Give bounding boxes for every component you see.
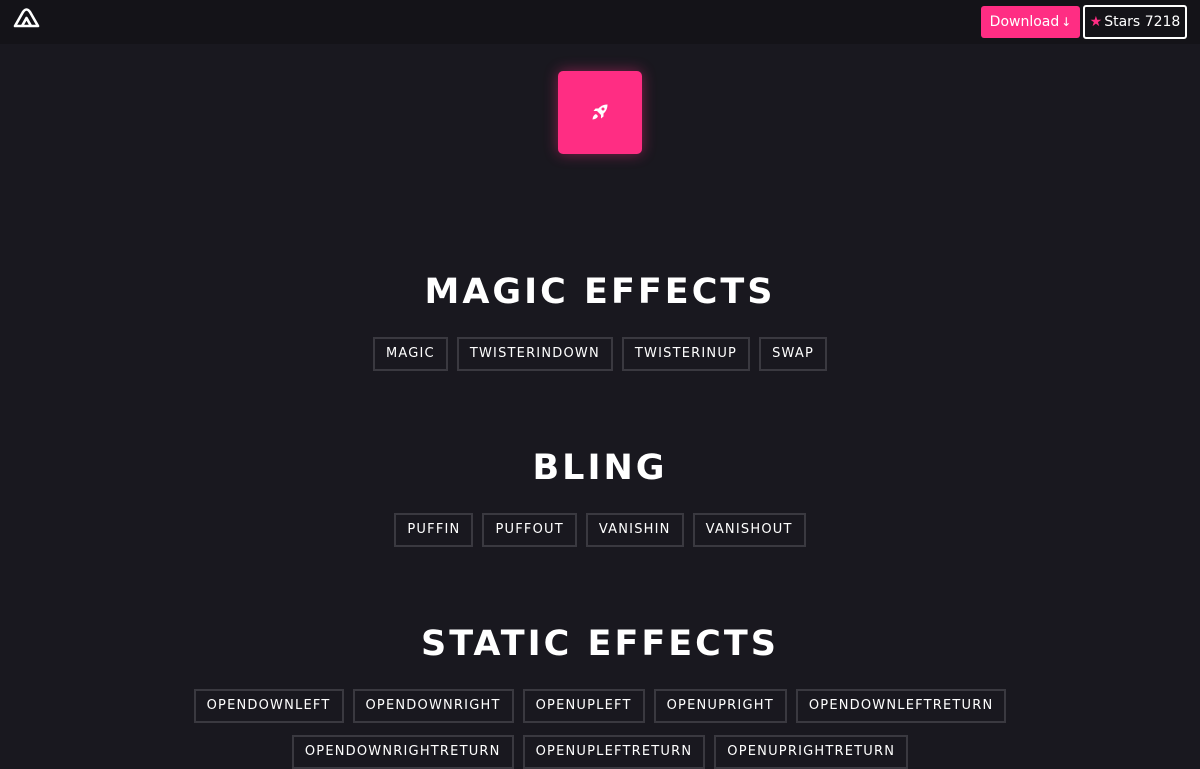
- download-label: Download: [989, 14, 1060, 30]
- effect-button-twisterindown[interactable]: TWISTERINDOWN: [456, 337, 613, 371]
- mountain-logo-icon[interactable]: [13, 8, 40, 28]
- effect-button-puffout[interactable]: PUFFOUT: [482, 513, 577, 547]
- effect-button-opendownright[interactable]: OPENDOWNRIGHT: [352, 689, 514, 723]
- effect-row: PUFFIN PUFFOUT VANISHIN VANISHOUT: [0, 513, 1200, 547]
- stars-count: 7218: [1144, 14, 1181, 30]
- effect-row: MAGIC TWISTERINDOWN TWISTERINUP SWAP: [0, 337, 1200, 371]
- section-static-effects: STATIC EFFECTS OPENDOWNLEFT OPENDOWNRIGH…: [0, 624, 1200, 769]
- section-title: MAGIC EFFECTS: [424, 272, 776, 312]
- arrow-down-icon: ↓: [1061, 15, 1072, 29]
- effect-button-opendownrightreturn[interactable]: OPENDOWNRIGHTRETURN: [291, 735, 514, 769]
- star-icon: ★: [1089, 14, 1103, 30]
- section-title: BLING: [532, 448, 668, 488]
- download-button[interactable]: Download ↓: [981, 6, 1080, 38]
- section-bling: BLING PUFFIN PUFFOUT VANISHIN VANISHOUT: [0, 448, 1200, 547]
- top-bar: Download ↓ ★ Stars 7218: [0, 0, 1200, 44]
- effect-button-twisterinup[interactable]: TWISTERINUP: [621, 337, 751, 371]
- effect-button-vanishout[interactable]: VANISHOUT: [692, 513, 806, 547]
- effect-button-opendownleft[interactable]: OPENDOWNLEFT: [193, 689, 344, 723]
- effect-button-openupleft[interactable]: OPENUPLEFT: [522, 689, 645, 723]
- effect-row: OPENDOWNLEFT OPENDOWNRIGHT OPENUPLEFT OP…: [0, 689, 1200, 723]
- effect-button-opendownleftreturn[interactable]: OPENDOWNLEFTRETURN: [795, 689, 1007, 723]
- github-stars-button[interactable]: ★ Stars 7218: [1083, 5, 1187, 39]
- animation-demo-box: [558, 71, 642, 154]
- effect-button-swap[interactable]: SWAP: [759, 337, 828, 371]
- effect-button-puffin[interactable]: PUFFIN: [394, 513, 474, 547]
- effect-button-openuprightreturn[interactable]: OPENUPRIGHTRETURN: [714, 735, 909, 769]
- effect-button-openupright[interactable]: OPENUPRIGHT: [653, 689, 787, 723]
- effect-button-magic[interactable]: MAGIC: [372, 337, 448, 371]
- section-magic-effects: MAGIC EFFECTS MAGIC TWISTERINDOWN TWISTE…: [0, 272, 1200, 371]
- effect-button-vanishin[interactable]: VANISHIN: [585, 513, 684, 547]
- stars-label: Stars: [1104, 14, 1141, 30]
- effect-row: OPENDOWNRIGHTRETURN OPENUPLEFTRETURN OPE…: [0, 735, 1200, 769]
- section-title: STATIC EFFECTS: [421, 624, 779, 664]
- rocket-icon: [592, 104, 608, 120]
- effect-button-openupleftreturn[interactable]: OPENUPLEFTRETURN: [522, 735, 706, 769]
